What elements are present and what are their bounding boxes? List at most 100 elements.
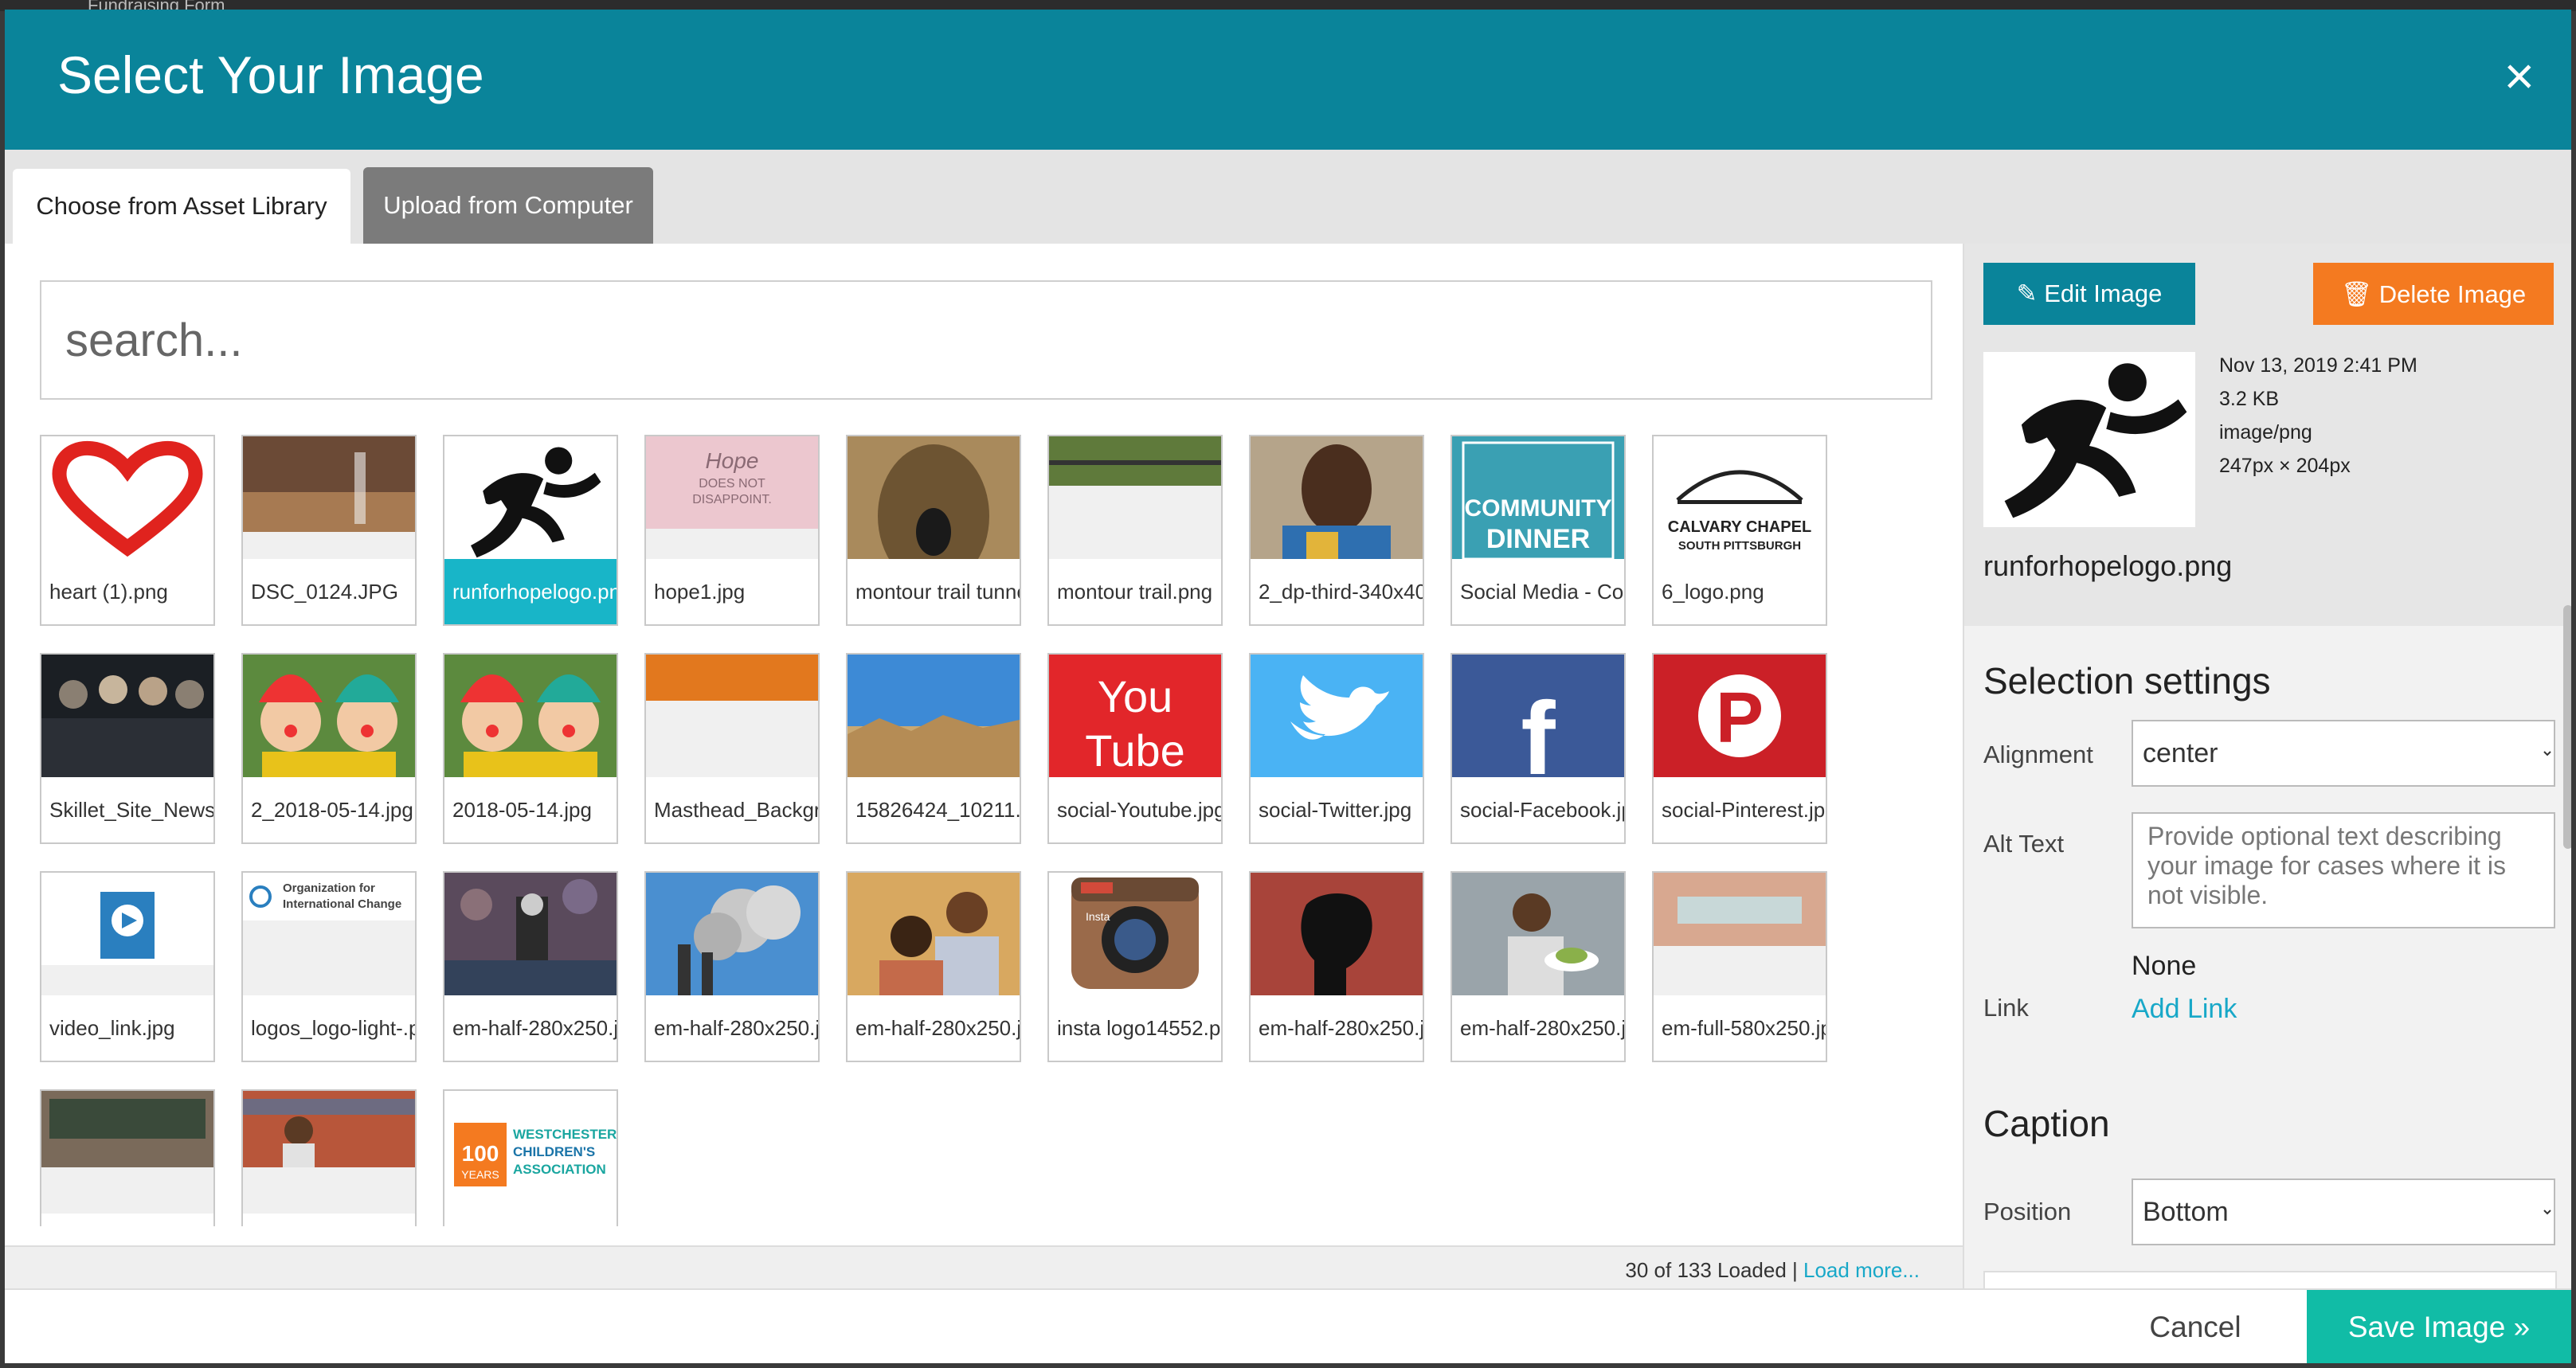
image-tile[interactable]: You Tube social-Youtube.jpg <box>1047 653 1223 844</box>
caption-position-label: Position <box>1983 1198 2072 1225</box>
image-caption: em-half-280x250.jpg <box>848 995 1020 1061</box>
svg-text:International Change: International Change <box>283 897 401 911</box>
image-size: 3.2 KB <box>2219 388 2280 410</box>
image-tile[interactable]: montour trail.png <box>1047 435 1223 626</box>
image-tile[interactable]: runforhopelogo.png <box>443 435 618 626</box>
image-tile[interactable]: montour trail tunnel.jpg <box>846 435 1021 626</box>
image-thumbnail: Hope DOES NOT DISAPPOINT. <box>646 436 818 559</box>
image-tile[interactable]: em-full-580x250.jpg <box>1652 871 1827 1062</box>
image-thumbnail: CALVARY CHAPEL SOUTH PITTSBURGH <box>1654 436 1826 559</box>
image-caption: hope1.jpg <box>646 559 818 624</box>
image-thumbnail <box>41 436 213 559</box>
edit-image-button[interactable]: ✎ Edit Image <box>1983 263 2195 325</box>
image-tile[interactable]: em-half-280x250.jpg <box>644 871 820 1062</box>
image-caption: 2_dp-third-340x400.jpg <box>1251 559 1423 624</box>
image-tile[interactable]: Skillet_Site_News.jpg <box>40 653 215 844</box>
image-thumbnail <box>646 873 818 995</box>
modal-title: Select Your Image <box>57 45 484 104</box>
image-tile[interactable]: Psocial-Pinterest.jpg <box>1652 653 1827 844</box>
image-tile[interactable]: social-Twitter.jpg <box>1249 653 1424 844</box>
image-thumbnail: Insta <box>1049 873 1221 995</box>
alignment-select[interactable]: center <box>2132 720 2555 787</box>
image-tile[interactable]: Masthead_Background.jpg <box>644 653 820 844</box>
image-thumbnail <box>1251 436 1423 559</box>
alignment-label: Alignment <box>1983 741 2093 768</box>
image-caption <box>243 1214 415 1226</box>
image-tile[interactable]: em-half-280x250.jpg <box>443 871 618 1062</box>
image-tile[interactable]: em-half-280x250.jpg <box>846 871 1021 1062</box>
image-grid: heart (1).png DSC_0124.JPG runforhopelogo.… <box>40 435 1872 1226</box>
svg-text:DISAPPOINT.: DISAPPOINT. <box>692 493 772 506</box>
image-tile[interactable]: 15826424_10211.jpg <box>846 653 1021 844</box>
image-tile[interactable]: DSC_0124.JPG <box>241 435 417 626</box>
svg-text:P: P <box>1716 678 1764 758</box>
image-tile[interactable]: 2_dp-third-340x400.jpg <box>1249 435 1424 626</box>
image-tile[interactable]: 2018-05-14.jpg <box>443 653 618 844</box>
svg-text:COMMUNITY: COMMUNITY <box>1465 495 1612 522</box>
image-tile[interactable]: Organization for International Change logo… <box>241 871 417 1062</box>
image-tile[interactable]: video_link.jpg <box>40 871 215 1062</box>
svg-text:Hope: Hope <box>706 448 759 473</box>
selection-settings-title: Selection settings <box>1983 660 2271 702</box>
delete-image-button[interactable]: 🗑 Delete Image <box>2313 263 2554 325</box>
image-tile[interactable]: Insta insta logo14552.png <box>1047 871 1223 1062</box>
image-thumbnail <box>1049 436 1221 559</box>
selected-filename: runforhopelogo.png <box>1983 549 2233 582</box>
image-caption: 15826424_10211.jpg <box>848 777 1020 842</box>
details-scrollbar[interactable] <box>2563 605 2571 849</box>
svg-text:Organization for: Organization for <box>283 881 375 895</box>
alt-text-field[interactable] <box>2132 812 2555 928</box>
svg-text:CALVARY CHAPEL: CALVARY CHAPEL <box>1668 518 1811 536</box>
image-thumbnail <box>41 1091 213 1214</box>
image-thumbnail <box>444 655 617 777</box>
image-tile[interactable]: Hope DOES NOT DISAPPOINT. hope1.jpg <box>644 435 820 626</box>
image-thumbnail <box>1654 873 1826 995</box>
caption-text-field[interactable] <box>1983 1271 2557 1288</box>
image-tile[interactable]: fsocial-Facebook.jpg <box>1450 653 1626 844</box>
image-caption: em-half-280x250.jpg <box>646 995 818 1061</box>
image-tile[interactable]: 100 YEARS WESTCHESTER CHILDREN'S ASSOCIATION <box>443 1089 618 1226</box>
add-link[interactable]: Add Link <box>2132 994 2237 1025</box>
close-icon[interactable]: × <box>2504 49 2535 102</box>
image-tile[interactable] <box>241 1089 417 1226</box>
cancel-button[interactable]: Cancel <box>2108 1290 2283 1363</box>
image-thumbnail <box>848 436 1020 559</box>
image-thumbnail <box>243 436 415 559</box>
image-caption: social-Twitter.jpg <box>1251 777 1423 842</box>
load-more-link[interactable]: Load more... <box>1803 1258 1920 1282</box>
save-image-button[interactable]: Save Image » <box>2307 1290 2571 1363</box>
pencil-icon: ✎ <box>2016 279 2045 307</box>
tab-upload-computer[interactable]: Upload from Computer <box>363 167 653 244</box>
image-caption: em-full-580x250.jpg <box>1654 995 1826 1061</box>
svg-text:DOES NOT: DOES NOT <box>699 477 765 491</box>
image-caption: DSC_0124.JPG <box>243 559 415 624</box>
image-caption: video_link.jpg <box>41 995 213 1061</box>
image-thumbnail: f <box>1452 655 1624 777</box>
image-tile[interactable] <box>40 1089 215 1226</box>
caption-position-select[interactable]: Bottom <box>2132 1178 2555 1245</box>
svg-text:SOUTH PITTSBURGH: SOUTH PITTSBURGH <box>1678 539 1801 553</box>
search-input[interactable] <box>40 280 1932 400</box>
loaded-count: 30 of 133 Loaded | <box>1625 1258 1804 1282</box>
image-thumbnail <box>1251 873 1423 995</box>
tab-asset-library[interactable]: Choose from Asset Library <box>13 169 350 244</box>
image-caption: em-half-280x250.jpg <box>1251 995 1423 1061</box>
image-thumbnail <box>848 873 1020 995</box>
caption-title: Caption <box>1983 1103 2110 1144</box>
image-tile[interactable]: em-half-280x250.jpg <box>1450 871 1626 1062</box>
image-tile[interactable]: em-half-280x250.jpg <box>1249 871 1424 1062</box>
image-caption: 2018-05-14.jpg <box>444 777 617 842</box>
image-tile[interactable]: COMMUNITYDINNERSocial Media - Community … <box>1450 435 1626 626</box>
image-caption: Skillet_Site_News.jpg <box>41 777 213 842</box>
details-pane: ✎ Edit Image 🗑 Delete Image Nov 13, 2019… <box>1963 244 2571 1288</box>
svg-text:Tube: Tube <box>1085 725 1185 776</box>
alt-text-label: Alt Text <box>1983 830 2065 858</box>
image-thumbnail <box>646 655 818 777</box>
link-value: None <box>2132 951 2197 981</box>
image-date: Nov 13, 2019 2:41 PM <box>2219 354 2417 377</box>
image-tile[interactable]: heart (1).png <box>40 435 215 626</box>
modal-footer: Cancel Save Image » <box>5 1288 2571 1363</box>
image-tile[interactable]: CALVARY CHAPEL SOUTH PITTSBURGH 6_logo.png <box>1652 435 1827 626</box>
image-dimensions: 247px × 204px <box>2219 455 2351 477</box>
image-tile[interactable]: 2_2018-05-14.jpg <box>241 653 417 844</box>
